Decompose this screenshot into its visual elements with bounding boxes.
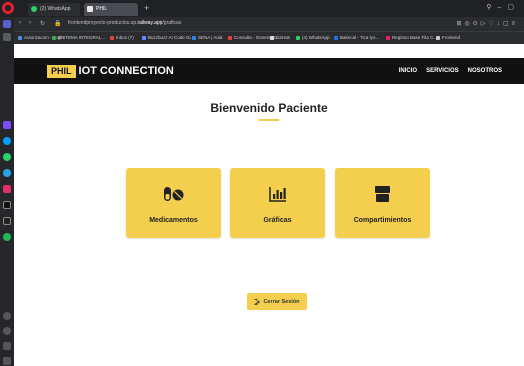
app-header: PHIL IOT CONNECTION INICIO SERVICIOS NOS… [14,58,524,84]
bookmark-item[interactable]: Bakecal - Tica tyo... [334,35,379,40]
menu-icon[interactable]: ≡ [511,21,518,27]
bookmark-label: Bakecal - Tica tyo... [340,35,380,40]
search-icon[interactable]: ⚲ [486,4,497,11]
home-icon[interactable] [3,20,11,28]
card-label: Compartimientos [353,217,412,224]
bookmark-label: GitHub [276,35,291,40]
translate-icon[interactable]: ⊞ [456,21,464,27]
card-medicamentos[interactable]: Medicamentos [126,168,221,238]
spotify-icon[interactable] [3,233,11,241]
maximize-icon[interactable]: ▢ [507,4,520,11]
bookmark-favicon-icon [228,35,232,40]
bookmark-item[interactable]: GitHub [270,35,290,40]
vpn-icon[interactable]: ♡ [488,21,496,27]
bookmark-item[interactable]: Buzzbuzz AI Code Gi... [142,35,194,40]
bookmark-favicon-icon [270,35,274,40]
bookmarks-bar: Autorizacion - Login SISTEMA INTEGRAL... I… [14,31,524,44]
brand-logo[interactable]: PHIL IOT CONNECTION [47,63,174,79]
box-icon [335,186,430,202]
tab-label: PHIL [96,6,108,12]
page-favicon-icon [87,6,93,12]
page-title: Bienvenido Paciente [210,101,328,115]
tab-whatsapp[interactable]: (2) WhatsApp [28,3,80,16]
star-icon[interactable] [3,33,11,41]
snapshot-icon[interactable]: ⊙ [473,21,481,27]
bookmark-item[interactable]: SENA | Aula [192,35,222,40]
nav-inicio[interactable]: INICIO [399,68,417,74]
reload-icon[interactable]: ↻ [40,20,45,27]
tiktok-icon[interactable] [3,201,11,209]
bookmark-favicon-icon [192,35,196,40]
main-nav: INICIO SERVICIOS NOSOTROS [399,68,502,74]
title-underline [259,119,279,121]
pills-icon [126,186,221,202]
window-controls[interactable]: ⚲–▢ [486,3,520,11]
back-icon[interactable]: ‹ [19,20,21,26]
bookmark-label: Frontend [442,35,461,40]
logout-button[interactable]: Cerrar Sesión [247,293,307,310]
x-icon[interactable] [3,217,11,225]
telegram-icon[interactable] [3,169,11,177]
browser-tab-bar: (2) WhatsApp PHIL + ⚲–▢ [0,0,524,17]
camera-icon[interactable]: ◎ [465,21,473,27]
instagram-icon[interactable] [3,185,11,193]
browser-logo-icon[interactable] [2,2,14,14]
bookmark-label: Registro Base Fila C... [392,35,438,40]
bookmark-label: SISTEMA INTEGRAL... [58,35,106,40]
bookmark-favicon-icon [52,35,56,40]
address-bar: ‹ › ↻ 🔒 frontendproyecto-productos.up.ra… [14,17,524,31]
bookmark-favicon-icon [110,35,114,40]
history-icon[interactable] [3,327,11,335]
bookmark-item[interactable]: Inbox (7) [110,35,134,40]
bookmark-item[interactable]: (4) WhatsApp [296,35,330,40]
bookmark-favicon-icon [296,35,300,40]
bookmark-label: SENA | Aula [198,35,223,40]
url-field[interactable]: frontendproyecto-productos.up.railway.ap… [68,20,181,26]
settings-icon[interactable] [3,342,11,350]
more-icon[interactable] [3,357,11,365]
logout-icon [254,298,261,305]
bookmark-favicon-icon [18,35,22,40]
card-graficas[interactable]: Gráficas [230,168,325,238]
address-bar-actions[interactable]: ⊞◎⊙▷♡↓▢≡ [456,20,518,27]
url-domain: railway.app [137,20,163,26]
brand-badge: PHIL [47,64,76,78]
bookmark-item[interactable]: Frontend [436,35,460,40]
bookmark-label: Inbox (7) [116,35,134,40]
messenger-icon[interactable] [3,137,11,145]
web-page: PHIL IOT CONNECTION INICIO SERVICIOS NOS… [14,44,524,366]
url-path: /graficas [162,20,182,26]
browser-sidebar [0,17,14,366]
bookmark-item[interactable]: Registro Base Fila C... [386,35,437,40]
heart-icon[interactable] [3,312,11,320]
new-tab-button[interactable]: + [144,3,149,13]
brand-text: IOT CONNECTION [78,65,174,77]
tab-phil[interactable]: PHIL [84,3,138,16]
whatsapp-sidebar-icon[interactable] [3,153,11,161]
bookmark-favicon-icon [334,35,338,40]
bookmark-favicon-icon [386,35,390,40]
bookmark-favicon-icon [142,35,146,40]
bookmark-item[interactable]: SISTEMA INTEGRAL... [52,35,105,40]
aria-icon[interactable] [3,121,11,129]
card-label: Gráficas [263,217,292,224]
tab-label: (2) WhatsApp [40,6,71,12]
bookmark-label: (4) WhatsApp [302,35,330,40]
logout-label: Cerrar Sesión [263,298,300,305]
bar-chart-icon [230,186,325,202]
nav-servicios[interactable]: SERVICIOS [426,68,459,74]
lock-icon: 🔒 [54,21,62,27]
nav-nosotros[interactable]: NOSOTROS [468,68,502,74]
bookmark-favicon-icon [436,35,440,40]
card-compartimientos[interactable]: Compartimientos [335,168,430,238]
whatsapp-icon [31,6,37,12]
minimize-icon[interactable]: – [497,4,507,11]
forward-icon[interactable]: › [29,20,31,26]
url-prefix: frontendproyecto-productos.up. [68,20,138,26]
bookmark-label: Buzzbuzz AI Code Gi... [148,35,195,40]
card-label: Medicamentos [149,217,198,224]
